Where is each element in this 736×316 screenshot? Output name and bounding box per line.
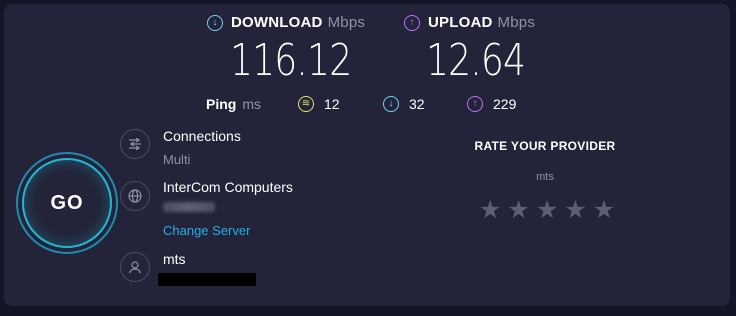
ping-upload-icon: ↑ xyxy=(467,96,483,112)
connections-icon xyxy=(120,129,150,159)
star-icon[interactable]: ★ xyxy=(536,198,558,223)
upload-metric: ↑ UPLOAD Mbps 12.64 xyxy=(404,14,547,86)
provider-name: mts xyxy=(163,251,186,267)
star-icon[interactable]: ★ xyxy=(507,198,529,223)
ping-jitter-value: 12 xyxy=(324,96,340,112)
go-button-ring: GO xyxy=(16,152,118,254)
change-server-link[interactable]: Change Server xyxy=(163,223,250,238)
star-icon[interactable]: ★ xyxy=(593,198,615,223)
ping-upload-value: 229 xyxy=(493,96,517,112)
star-icon[interactable]: ★ xyxy=(564,198,586,223)
ping-download-value: 32 xyxy=(409,96,425,112)
upload-label: UPLOAD xyxy=(428,14,493,31)
user-icon xyxy=(120,252,150,282)
jitter-icon: ≋ xyxy=(298,96,314,112)
upload-unit: Mbps xyxy=(497,14,536,31)
connections-title: Connections xyxy=(163,128,241,144)
go-button[interactable]: GO xyxy=(22,158,112,248)
ip-redacted xyxy=(158,273,256,286)
download-label: DOWNLOAD xyxy=(231,14,323,31)
download-metric: ↓ DOWNLOAD Mbps 116.12 xyxy=(207,14,378,86)
upload-icon: ↑ xyxy=(404,14,420,31)
ping-upload: ↑ 229 xyxy=(467,96,516,112)
star-icon[interactable]: ★ xyxy=(479,198,501,223)
download-unit: Mbps xyxy=(327,14,366,31)
server-location-redacted xyxy=(163,202,215,212)
ping-label: Ping xyxy=(206,96,237,112)
rate-provider-title: RATE YOUR PROVIDER xyxy=(474,139,616,153)
ping-download: ↓ 32 xyxy=(383,96,425,112)
server-name: InterCom Computers xyxy=(163,179,293,195)
ping-label-group: Ping ms xyxy=(206,96,261,112)
ping-jitter: ≋ 12 xyxy=(298,96,340,112)
connections-value: Multi xyxy=(163,152,191,167)
upload-value: 12.64 xyxy=(426,35,526,86)
ping-unit: ms xyxy=(242,96,262,112)
ping-download-icon: ↓ xyxy=(383,96,399,112)
globe-icon xyxy=(120,181,150,211)
rating-stars: ★ ★ ★ ★ ★ xyxy=(479,198,615,223)
download-value: 116.12 xyxy=(230,35,352,86)
download-icon: ↓ xyxy=(207,14,223,31)
rate-provider-name: mts xyxy=(536,171,554,183)
